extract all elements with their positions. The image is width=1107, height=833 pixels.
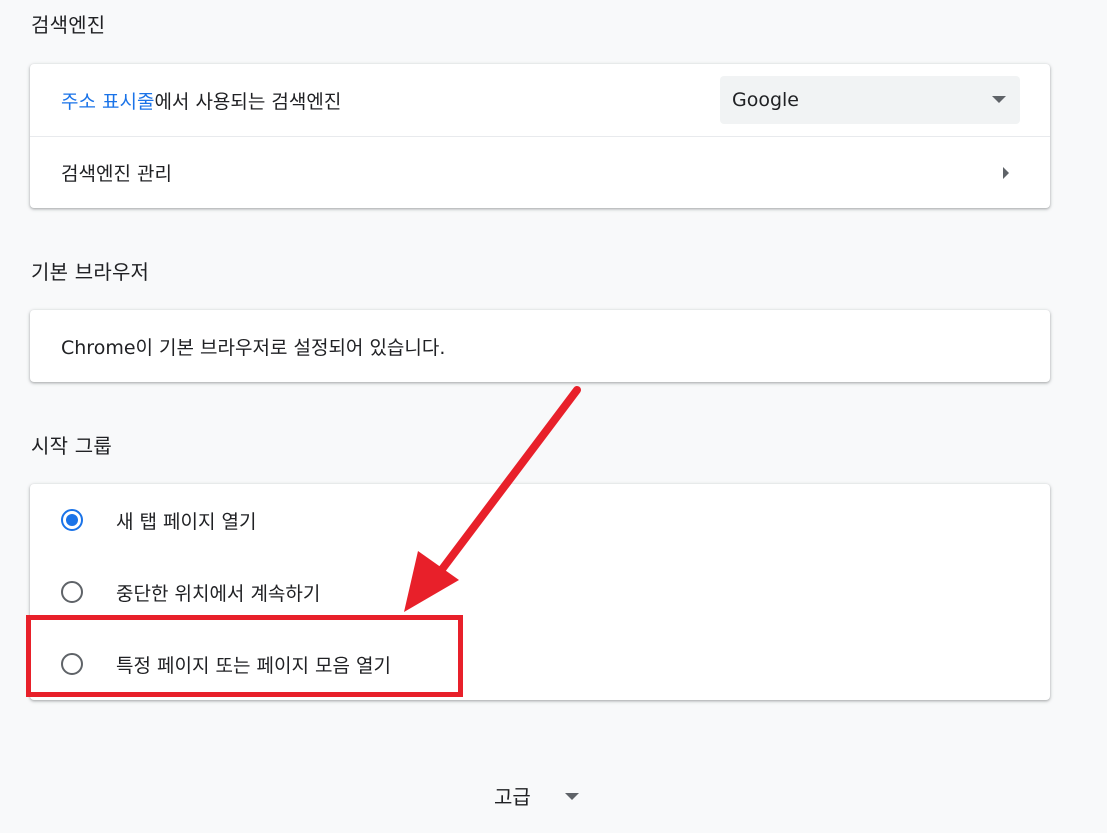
annotation-arrow-icon (404, 386, 581, 612)
expand-arrow-icon[interactable] (565, 793, 579, 800)
advanced-toggle[interactable]: 고급 (494, 781, 531, 810)
